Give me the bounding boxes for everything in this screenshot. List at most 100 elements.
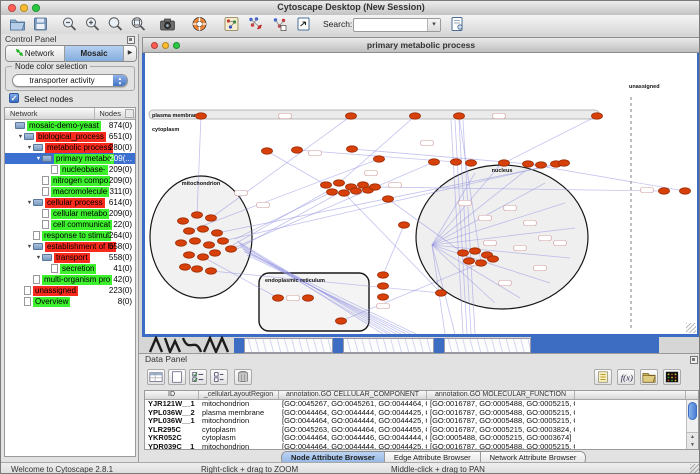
network-node[interactable] xyxy=(346,113,357,119)
network-node[interactable] xyxy=(292,147,303,153)
network-node[interactable] xyxy=(192,212,203,218)
table-row[interactable]: YDR039C__1mitochondrion[GO:0044464, GO:0… xyxy=(145,443,686,451)
tree-row[interactable]: cell communicat22(0) xyxy=(5,219,135,230)
column-header[interactable]: ID xyxy=(145,391,199,399)
unselect-all-attributes-icon[interactable] xyxy=(210,369,228,385)
background-window-edge-wide[interactable] xyxy=(531,337,659,353)
network-node[interactable] xyxy=(436,290,447,296)
attribute-batch-editor-icon[interactable] xyxy=(594,369,612,385)
tab-overflow-arrow[interactable]: ▶ xyxy=(124,46,136,61)
network-node[interactable] xyxy=(351,188,362,194)
expander-icon[interactable]: ▼ xyxy=(35,156,42,162)
tree-row[interactable]: multi-organism pro42(0) xyxy=(5,274,135,285)
column-header[interactable]: annotation.GO MOLECULAR_FUNCTION xyxy=(427,391,575,399)
network-node[interactable] xyxy=(454,113,465,119)
network-canvas[interactable]: plasma membranecytoplasmmitochondrionnuc… xyxy=(145,53,697,334)
expander-icon[interactable]: ▼ xyxy=(17,134,24,140)
scrollbar-thumb[interactable] xyxy=(688,402,697,420)
network-node[interactable] xyxy=(192,266,203,272)
network-node[interactable] xyxy=(303,295,314,301)
network-node[interactable] xyxy=(334,180,345,186)
network-node[interactable] xyxy=(180,264,191,270)
network-node[interactable] xyxy=(559,160,570,166)
vizmapper-icon[interactable] xyxy=(223,16,240,32)
network-node[interactable] xyxy=(370,184,381,190)
network-window-titlebar[interactable]: primary metabolic process xyxy=(142,37,700,53)
snapshot-icon[interactable] xyxy=(159,16,176,32)
delete-attribute-icon[interactable] xyxy=(234,369,252,385)
column-header[interactable]: _cellularLayoutRegion xyxy=(199,391,279,399)
tree-row[interactable]: secretion41(0) xyxy=(5,263,135,274)
tree-row[interactable]: Overview8(0) xyxy=(5,296,135,307)
network-node[interactable] xyxy=(198,254,209,260)
network-node[interactable] xyxy=(464,258,475,264)
function-builder-icon[interactable]: f(x) xyxy=(617,369,635,385)
search-dropdown-arrow[interactable]: ▾ xyxy=(427,19,440,31)
tree-row[interactable]: ▼metabolic process280(0) xyxy=(5,142,135,153)
table-row[interactable]: YJR121W__1mitochondrion[GO:0045267, GO:0… xyxy=(145,400,686,409)
network-node[interactable] xyxy=(176,240,187,246)
attribute-matrix-icon[interactable] xyxy=(663,369,681,385)
background-window-edge[interactable] xyxy=(333,338,343,353)
tree-row[interactable]: unassigned223(0) xyxy=(5,285,135,296)
network-node[interactable] xyxy=(178,218,189,224)
network-node[interactable] xyxy=(378,294,389,300)
tree-row[interactable]: ▼transport558(0) xyxy=(5,252,135,263)
network-window[interactable]: primary metabolic process plasma membran… xyxy=(142,37,700,337)
background-window-edge[interactable] xyxy=(234,338,244,353)
filter-icon[interactable] xyxy=(271,16,288,32)
network-node[interactable] xyxy=(458,250,469,256)
network-node[interactable] xyxy=(262,148,273,154)
network-node[interactable] xyxy=(680,188,691,194)
tree-row[interactable]: mosaic-demo-yeast874(0) xyxy=(5,120,135,131)
network-node[interactable] xyxy=(659,188,670,194)
background-window-edge[interactable] xyxy=(434,338,444,353)
network-node[interactable] xyxy=(321,182,332,188)
tree-row[interactable]: macromolecule311(0) xyxy=(5,186,135,197)
network-node[interactable] xyxy=(451,159,462,165)
network-node[interactable] xyxy=(536,162,547,168)
tree-row[interactable]: cellular metabo209(0) xyxy=(5,208,135,219)
network-node[interactable] xyxy=(374,156,385,162)
network-node[interactable] xyxy=(184,252,195,258)
node-color-dropdown[interactable]: transporter activity ▲▼ xyxy=(12,74,128,87)
network-node[interactable] xyxy=(399,222,410,228)
expander-icon[interactable]: ▼ xyxy=(26,145,33,151)
annotation-icon[interactable] xyxy=(295,16,312,32)
network-node[interactable] xyxy=(198,226,209,232)
network-node[interactable] xyxy=(523,161,534,167)
layout-icon[interactable] xyxy=(247,16,264,32)
network-node[interactable] xyxy=(206,268,217,274)
float-panel-icon[interactable] xyxy=(127,36,135,44)
network-node[interactable] xyxy=(378,272,389,278)
zoom-in-icon[interactable] xyxy=(84,16,101,32)
select-nodes-checkbox[interactable]: ✓ xyxy=(9,93,19,103)
select-attributes-icon[interactable] xyxy=(147,369,165,385)
network-node[interactable] xyxy=(226,246,237,252)
network-node[interactable] xyxy=(206,215,217,221)
background-window-sliver[interactable] xyxy=(444,338,531,353)
column-header[interactable]: annotation.GO CELLULAR_COMPONENT xyxy=(279,391,427,399)
tree-row[interactable]: ▼cellular process614(0) xyxy=(5,197,135,208)
background-window-sliver[interactable] xyxy=(343,338,434,353)
expander-icon[interactable]: ▼ xyxy=(35,255,42,261)
network-node[interactable] xyxy=(190,238,201,244)
network-node[interactable] xyxy=(488,256,499,262)
tree-row[interactable]: ▼establishment of lo558(0) xyxy=(5,241,135,252)
tree-row[interactable]: nitrogen compo209(0) xyxy=(5,175,135,186)
window-resize-grip[interactable] xyxy=(686,323,696,333)
network-node[interactable] xyxy=(212,230,223,236)
tree-row[interactable]: ▼biological_process651(0) xyxy=(5,131,135,142)
network-node[interactable] xyxy=(592,113,603,119)
new-attribute-icon[interactable] xyxy=(168,369,186,385)
open-file-icon[interactable] xyxy=(9,16,26,32)
expander-icon[interactable]: ▼ xyxy=(26,200,33,206)
tab-mosaic[interactable]: Mosaic xyxy=(65,46,124,61)
background-window-sliver[interactable] xyxy=(244,338,333,353)
zoom-selected-icon[interactable] xyxy=(130,16,147,32)
network-node[interactable] xyxy=(204,242,215,248)
select-all-attributes-icon[interactable] xyxy=(189,369,207,385)
network-node[interactable] xyxy=(476,260,487,266)
search-input[interactable] xyxy=(355,19,425,29)
scrollbar-arrows[interactable]: ▲▼ xyxy=(687,432,698,449)
